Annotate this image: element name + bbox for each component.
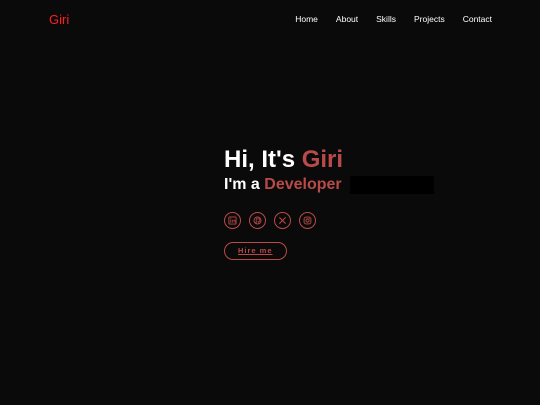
- nav-link-home[interactable]: Home: [295, 14, 318, 25]
- social-links: [224, 212, 434, 229]
- hire-me-button[interactable]: Hire me: [224, 242, 287, 260]
- instagram-icon: [303, 216, 312, 225]
- hero-greeting: Hi, It's: [224, 146, 302, 173]
- github-icon: [253, 216, 262, 225]
- x-icon: [278, 216, 287, 225]
- hero-section: Hi, It's Giri I'm a Developer Hire me: [224, 145, 434, 260]
- x-twitter-link[interactable]: [274, 212, 291, 229]
- hero-role-prefix: I'm a: [224, 176, 265, 193]
- linkedin-link[interactable]: [224, 212, 241, 229]
- hero-title: Hi, It's Giri: [224, 145, 434, 175]
- github-link[interactable]: [249, 212, 266, 229]
- hero-subtitle: I'm a Developer: [224, 175, 434, 195]
- main-nav: Home About Skills Projects Contact: [295, 14, 492, 25]
- nav-link-about[interactable]: About: [336, 14, 358, 25]
- nav-link-contact[interactable]: Contact: [463, 14, 492, 25]
- nav-link-projects[interactable]: Projects: [414, 14, 445, 25]
- linkedin-icon: [228, 216, 237, 225]
- instagram-link[interactable]: [299, 212, 316, 229]
- site-logo[interactable]: Giri: [49, 12, 69, 28]
- hero-role: Developer: [264, 176, 342, 193]
- hero-name: Giri: [301, 146, 344, 173]
- portfolio-page: Giri Home About Skills Projects Contact …: [0, 0, 540, 405]
- nav-link-skills[interactable]: Skills: [376, 14, 396, 25]
- typing-cursor-block: [350, 176, 434, 194]
